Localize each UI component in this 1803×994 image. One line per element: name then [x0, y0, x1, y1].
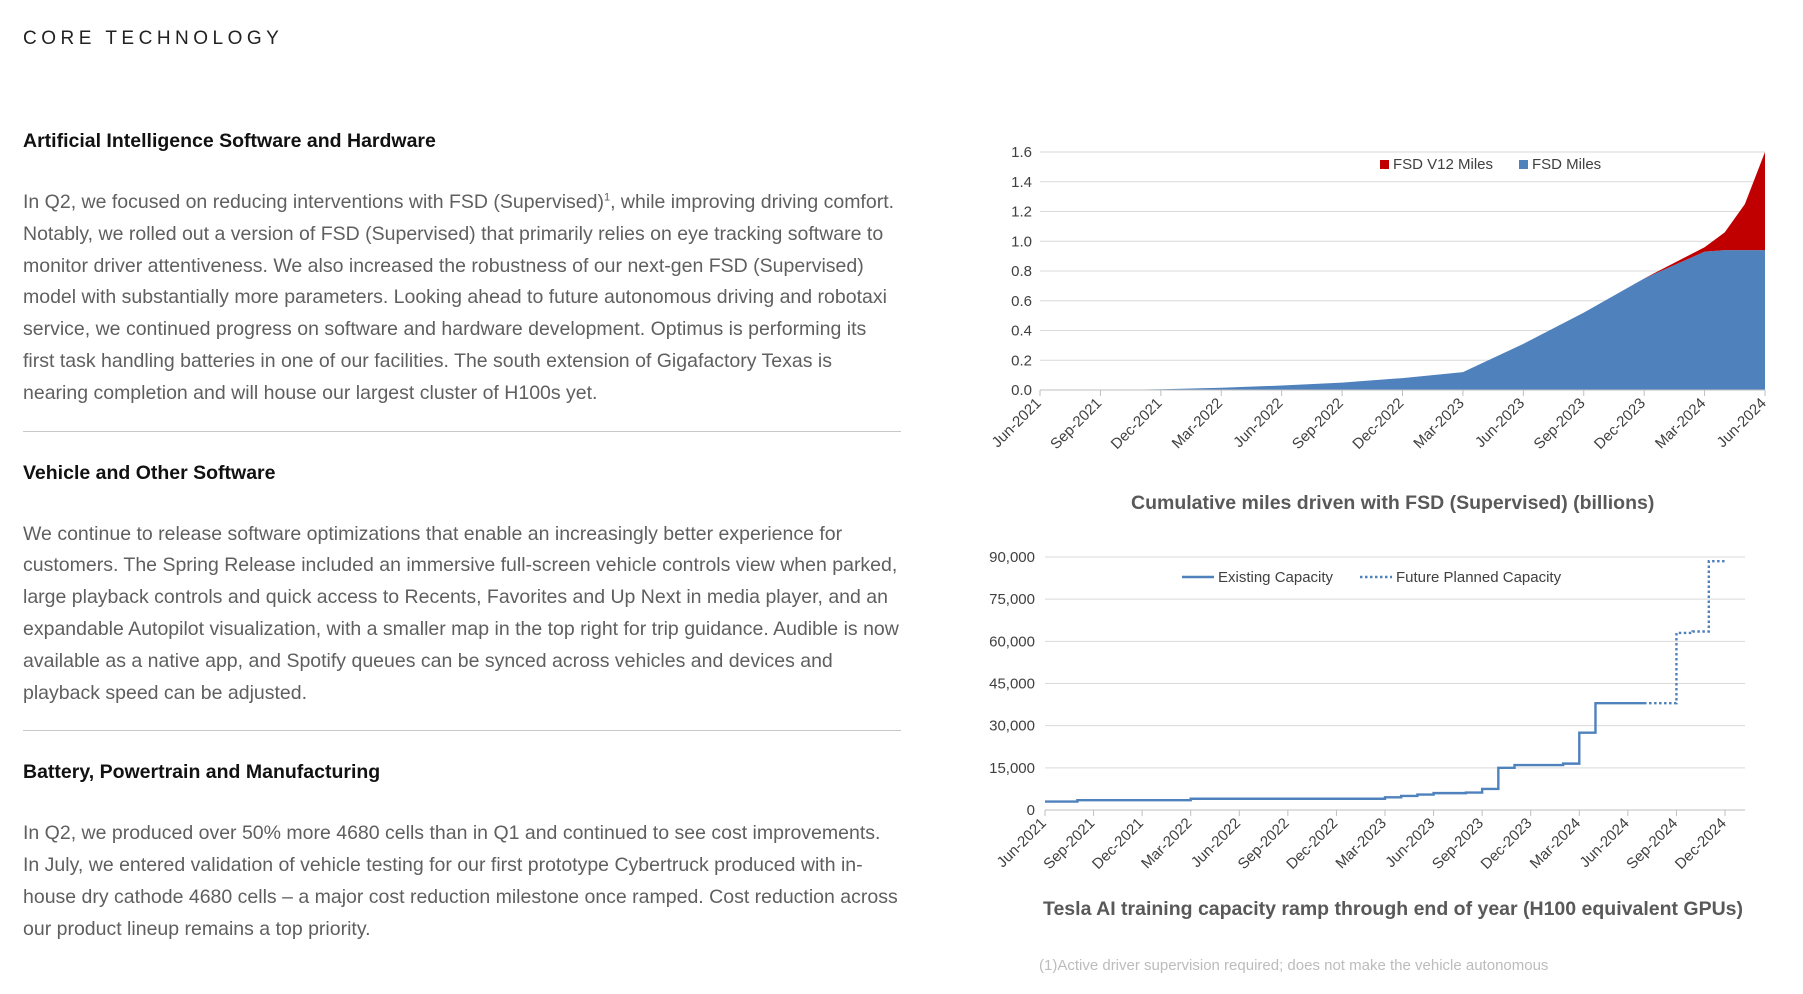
section-title-ai: Artificial Intelligence Software and Har…: [23, 130, 436, 152]
legend-label: FSD Miles: [1532, 156, 1601, 173]
x-tick-label: Jun-2023: [1472, 395, 1528, 451]
y-tick-label: 1.2: [1011, 204, 1032, 221]
y-tick-label: 0.2: [1011, 352, 1032, 369]
x-tick-label: Dec-2022: [1349, 395, 1407, 453]
x-tick-label: Mar-2024: [1527, 815, 1584, 872]
x-tick-label: Dec-2021: [1089, 815, 1147, 873]
fsd-miles-chart-title: Cumulative miles driven with FSD (Superv…: [1131, 492, 1655, 514]
x-tick-label: Mar-2023: [1332, 815, 1389, 872]
x-tick-label: Sep-2024: [1623, 815, 1681, 873]
y-tick-label: 0.6: [1011, 293, 1032, 310]
legend-label: Future Planned Capacity: [1396, 569, 1562, 586]
x-tick-label: Dec-2021: [1108, 395, 1166, 453]
x-tick-label: Sep-2023: [1531, 395, 1589, 453]
section-body-ai: In Q2, we focused on reducing interventi…: [23, 191, 895, 404]
x-tick-label: Sep-2022: [1235, 815, 1293, 873]
y-tick-label: 15,000: [989, 760, 1035, 777]
y-tick-label: 0.4: [1011, 323, 1032, 340]
section-divider: [23, 730, 901, 732]
y-tick-label: 45,000: [989, 676, 1035, 693]
x-tick-label: Sep-2022: [1289, 395, 1347, 453]
x-tick-label: Sep-2021: [1040, 815, 1098, 873]
ai-capacity-chart: 015,00030,00045,00060,00075,00090,000Jun…: [989, 549, 1745, 873]
x-tick-label: Mar-2023: [1410, 395, 1467, 452]
section-body-battery: In Q2, we produced over 50% more 4680 ce…: [23, 822, 898, 940]
page-header: CORE TECHNOLOGY: [23, 28, 284, 49]
y-tick-label: 60,000: [989, 633, 1035, 650]
x-tick-label: Dec-2022: [1283, 815, 1341, 873]
section-title-battery: Battery, Powertrain and Manufacturing: [23, 761, 381, 784]
x-tick-label: Mar-2022: [1138, 815, 1195, 872]
y-tick-label: 90,000: [989, 549, 1035, 566]
x-tick-label: Sep-2023: [1429, 815, 1487, 873]
x-tick-label: Mar-2022: [1169, 395, 1226, 452]
y-tick-label: 0.8: [1011, 263, 1032, 280]
footnote: (1)Active driver supervision required; d…: [1039, 957, 1549, 974]
fsd-miles-chart: 0.00.20.40.60.81.01.21.41.6Jun-2021 Sep-2…: [989, 144, 1770, 453]
line-existing-capacity: [1045, 701, 1645, 803]
section-body-vehicle-software: We continue to release software optimiza…: [23, 522, 899, 704]
y-tick-label: 0.0: [1011, 382, 1032, 399]
x-tick-label: Mar-2024: [1652, 395, 1709, 452]
legend-label: Existing Capacity: [1218, 569, 1334, 586]
y-tick-label: 1.0: [1011, 233, 1032, 250]
x-tick-label: Jun-2024: [1714, 395, 1770, 451]
x-tick-label: Jun-2022: [1230, 395, 1286, 451]
line-future-planned-capacity: [1644, 560, 1725, 705]
legend-swatch: [1380, 160, 1389, 169]
x-tick-label: Dec-2023: [1478, 815, 1536, 873]
y-tick-label: 1.4: [1011, 174, 1032, 191]
x-tick-label: Sep-2021: [1047, 395, 1105, 453]
section-divider: [23, 430, 901, 432]
y-tick-label: 30,000: [989, 718, 1035, 735]
section-title-vehicle-software: Vehicle and Other Software: [23, 461, 276, 484]
y-tick-label: 0: [1027, 802, 1035, 819]
x-tick-label: Dec-2023: [1591, 395, 1649, 453]
y-tick-label: 75,000: [989, 591, 1035, 608]
x-tick-label: Jun-2021: [989, 395, 1045, 451]
legend-label: FSD V12 Miles: [1393, 156, 1493, 173]
legend-swatch: [1519, 160, 1528, 169]
ai-capacity-chart-title: Tesla AI training capacity ramp through …: [1043, 898, 1744, 920]
x-tick-label: Dec-2024: [1672, 815, 1730, 873]
y-tick-label: 1.6: [1011, 144, 1032, 161]
text-column: Artificial Intelligence Software and Har…: [23, 130, 901, 946]
